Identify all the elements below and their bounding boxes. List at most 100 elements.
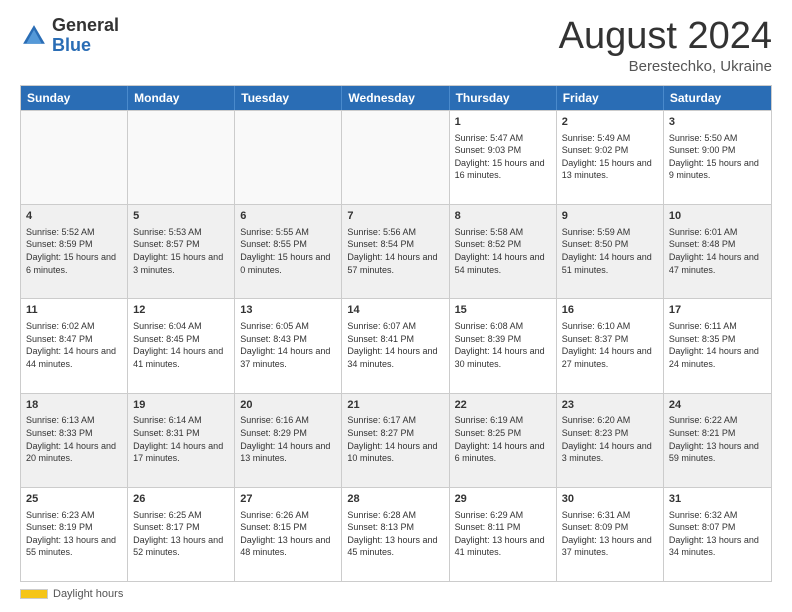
page-header: General Blue August 2024 Berestechko, Uk… <box>20 16 772 75</box>
header-day-friday: Friday <box>557 86 664 110</box>
day-cell-8: 8 Sunrise: 5:58 AMSunset: 8:52 PMDaylight… <box>450 205 557 298</box>
cell-info: Sunrise: 6:08 AMSunset: 8:39 PMDaylight:… <box>455 320 551 370</box>
day-number: 4 <box>26 209 122 224</box>
day-number: 29 <box>455 492 551 507</box>
header-day-monday: Monday <box>128 86 235 110</box>
header-day-saturday: Saturday <box>664 86 771 110</box>
calendar: SundayMondayTuesdayWednesdayThursdayFrid… <box>20 85 772 582</box>
logo-general: General <box>52 15 119 35</box>
logo: General Blue <box>20 16 119 56</box>
cell-info: Sunrise: 5:55 AMSunset: 8:55 PMDaylight:… <box>240 226 336 276</box>
logo-icon <box>20 22 48 50</box>
day-number: 16 <box>562 303 658 318</box>
legend-bar <box>20 589 48 599</box>
day-number: 22 <box>455 398 551 413</box>
day-number: 31 <box>669 492 766 507</box>
header-day-sunday: Sunday <box>21 86 128 110</box>
week-row-1: 1 Sunrise: 5:47 AMSunset: 9:03 PMDaylight… <box>21 110 771 204</box>
cell-info: Sunrise: 6:13 AMSunset: 8:33 PMDaylight:… <box>26 414 122 464</box>
cell-info: Sunrise: 6:31 AMSunset: 8:09 PMDaylight:… <box>562 509 658 559</box>
legend-label: Daylight hours <box>53 588 123 600</box>
cell-info: Sunrise: 5:47 AMSunset: 9:03 PMDaylight:… <box>455 132 551 182</box>
day-cell-27: 27 Sunrise: 6:26 AMSunset: 8:15 PMDayligh… <box>235 488 342 581</box>
day-number: 28 <box>347 492 443 507</box>
day-number: 20 <box>240 398 336 413</box>
empty-cell <box>235 111 342 204</box>
day-cell-11: 11 Sunrise: 6:02 AMSunset: 8:47 PMDayligh… <box>21 299 128 392</box>
day-cell-22: 22Sunrise: 6:19 AMSunset: 8:25 PMDayligh… <box>450 394 557 487</box>
header-day-wednesday: Wednesday <box>342 86 449 110</box>
day-number: 2 <box>562 115 658 130</box>
day-number: 12 <box>133 303 229 318</box>
cell-info: Sunrise: 6:29 AMSunset: 8:11 PMDaylight:… <box>455 509 551 559</box>
calendar-header: SundayMondayTuesdayWednesdayThursdayFrid… <box>21 86 771 110</box>
day-cell-20: 20Sunrise: 6:16 AMSunset: 8:29 PMDayligh… <box>235 394 342 487</box>
day-number: 11 <box>26 303 122 318</box>
day-number: 21 <box>347 398 443 413</box>
cell-info: Sunrise: 5:53 AMSunset: 8:57 PMDaylight:… <box>133 226 229 276</box>
cell-info: Sunrise: 5:59 AMSunset: 8:50 PMDaylight:… <box>562 226 658 276</box>
daylight-legend: Daylight hours <box>20 588 123 600</box>
day-cell-4: 4Sunrise: 5:52 AMSunset: 8:59 PMDaylight… <box>21 205 128 298</box>
day-cell-24: 24Sunrise: 6:22 AMSunset: 8:21 PMDayligh… <box>664 394 771 487</box>
day-number: 15 <box>455 303 551 318</box>
empty-cell <box>21 111 128 204</box>
header-day-thursday: Thursday <box>450 86 557 110</box>
day-number: 17 <box>669 303 766 318</box>
day-cell-6: 6 Sunrise: 5:55 AMSunset: 8:55 PMDaylight… <box>235 205 342 298</box>
cell-info: Sunrise: 6:26 AMSunset: 8:15 PMDaylight:… <box>240 509 336 559</box>
cell-info: Sunrise: 6:01 AMSunset: 8:48 PMDaylight:… <box>669 226 766 276</box>
day-cell-28: 28 Sunrise: 6:28 AMSunset: 8:13 PMDayligh… <box>342 488 449 581</box>
cell-info: Sunrise: 6:23 AMSunset: 8:19 PMDaylight:… <box>26 509 122 559</box>
cell-info: Sunrise: 6:28 AMSunset: 8:13 PMDaylight:… <box>347 509 443 559</box>
day-cell-10: 10 Sunrise: 6:01 AMSunset: 8:48 PMDayligh… <box>664 205 771 298</box>
day-cell-13: 13Sunrise: 6:05 AMSunset: 8:43 PMDayligh… <box>235 299 342 392</box>
day-cell-19: 19Sunrise: 6:14 AMSunset: 8:31 PMDayligh… <box>128 394 235 487</box>
week-row-2: 4Sunrise: 5:52 AMSunset: 8:59 PMDaylight… <box>21 204 771 298</box>
day-cell-25: 25 Sunrise: 6:23 AMSunset: 8:19 PMDayligh… <box>21 488 128 581</box>
day-number: 1 <box>455 115 551 130</box>
day-number: 6 <box>240 209 336 224</box>
day-number: 3 <box>669 115 766 130</box>
cell-info: Sunrise: 6:14 AMSunset: 8:31 PMDaylight:… <box>133 414 229 464</box>
week-row-4: 18Sunrise: 6:13 AMSunset: 8:33 PMDayligh… <box>21 393 771 487</box>
day-cell-5: 5 Sunrise: 5:53 AMSunset: 8:57 PMDaylight… <box>128 205 235 298</box>
cell-info: Sunrise: 5:58 AMSunset: 8:52 PMDaylight:… <box>455 226 551 276</box>
day-cell-26: 26Sunrise: 6:25 AMSunset: 8:17 PMDayligh… <box>128 488 235 581</box>
calendar-body: 1 Sunrise: 5:47 AMSunset: 9:03 PMDaylight… <box>21 110 771 581</box>
day-cell-16: 16 Sunrise: 6:10 AMSunset: 8:37 PMDayligh… <box>557 299 664 392</box>
week-row-3: 11 Sunrise: 6:02 AMSunset: 8:47 PMDayligh… <box>21 298 771 392</box>
day-cell-21: 21Sunrise: 6:17 AMSunset: 8:27 PMDayligh… <box>342 394 449 487</box>
day-cell-12: 12Sunrise: 6:04 AMSunset: 8:45 PMDayligh… <box>128 299 235 392</box>
day-cell-29: 29 Sunrise: 6:29 AMSunset: 8:11 PMDayligh… <box>450 488 557 581</box>
day-number: 26 <box>133 492 229 507</box>
footer: Daylight hours <box>20 588 772 600</box>
empty-cell <box>128 111 235 204</box>
location-title: Berestechko, Ukraine <box>559 58 772 75</box>
day-cell-3: 3Sunrise: 5:50 AMSunset: 9:00 PMDaylight… <box>664 111 771 204</box>
day-number: 10 <box>669 209 766 224</box>
day-number: 5 <box>133 209 229 224</box>
cell-info: Sunrise: 6:17 AMSunset: 8:27 PMDaylight:… <box>347 414 443 464</box>
day-number: 23 <box>562 398 658 413</box>
cell-info: Sunrise: 6:22 AMSunset: 8:21 PMDaylight:… <box>669 414 766 464</box>
day-cell-7: 7Sunrise: 5:56 AMSunset: 8:54 PMDaylight… <box>342 205 449 298</box>
logo-blue: Blue <box>52 35 91 55</box>
cell-info: Sunrise: 6:02 AMSunset: 8:47 PMDaylight:… <box>26 320 122 370</box>
day-number: 8 <box>455 209 551 224</box>
title-block: August 2024 Berestechko, Ukraine <box>559 16 772 75</box>
day-cell-2: 2Sunrise: 5:49 AMSunset: 9:02 PMDaylight… <box>557 111 664 204</box>
day-number: 25 <box>26 492 122 507</box>
month-year-title: August 2024 <box>559 16 772 58</box>
cell-info: Sunrise: 6:20 AMSunset: 8:23 PMDaylight:… <box>562 414 658 464</box>
day-number: 27 <box>240 492 336 507</box>
day-cell-30: 30Sunrise: 6:31 AMSunset: 8:09 PMDayligh… <box>557 488 664 581</box>
cell-info: Sunrise: 6:32 AMSunset: 8:07 PMDaylight:… <box>669 509 766 559</box>
header-day-tuesday: Tuesday <box>235 86 342 110</box>
cell-info: Sunrise: 6:10 AMSunset: 8:37 PMDaylight:… <box>562 320 658 370</box>
day-cell-14: 14Sunrise: 6:07 AMSunset: 8:41 PMDayligh… <box>342 299 449 392</box>
day-cell-15: 15 Sunrise: 6:08 AMSunset: 8:39 PMDayligh… <box>450 299 557 392</box>
day-cell-9: 9Sunrise: 5:59 AMSunset: 8:50 PMDaylight… <box>557 205 664 298</box>
day-number: 13 <box>240 303 336 318</box>
day-cell-17: 17Sunrise: 6:11 AMSunset: 8:35 PMDayligh… <box>664 299 771 392</box>
